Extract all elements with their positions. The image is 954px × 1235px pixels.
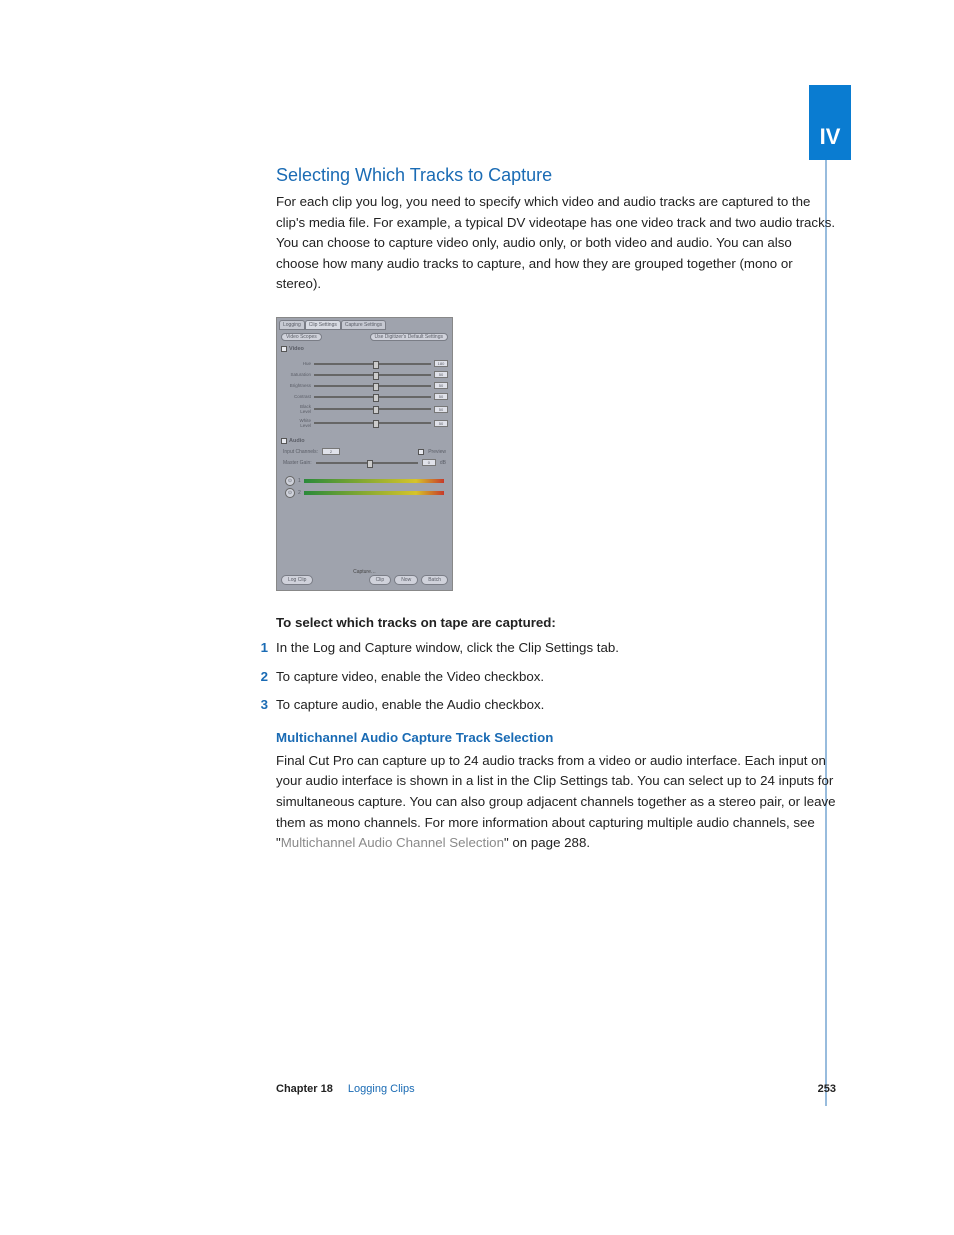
ss-slider-track — [314, 363, 431, 365]
page-footer: Chapter 18 Logging Clips 253 — [276, 1083, 836, 1095]
ss-meter-label: 2 — [298, 490, 301, 496]
ss-preview-checkbox — [418, 449, 424, 455]
ss-gain-label: Master Gain: — [283, 460, 312, 466]
ss-slider-track — [314, 408, 431, 410]
ss-video-scopes-button: Video Scopes — [281, 333, 322, 341]
ss-audio-label: Audio — [289, 438, 305, 444]
ss-slider-track — [314, 422, 431, 424]
ss-video-sliders: Hue 180 Saturation 50 Brightness 50 Contras… — [277, 354, 452, 436]
step-number: 1 — [256, 638, 276, 659]
section-heading: Selecting Which Tracks to Capture — [276, 165, 836, 186]
ss-meter-label: 1 — [298, 478, 301, 484]
ss-slider-label: White Level — [289, 418, 311, 428]
chapter-title: Logging Clips — [348, 1083, 415, 1095]
ss-slider-value: 50 — [434, 393, 448, 400]
ss-audio-checkbox — [281, 438, 287, 444]
ss-defaults-button: Use Digitizer's Default Settings — [370, 333, 448, 341]
ss-slider-value: 50 — [434, 371, 448, 378]
step-item: 1 In the Log and Capture window, click t… — [276, 638, 836, 659]
subsection-heading: Multichannel Audio Capture Track Selecti… — [276, 730, 836, 745]
ss-video-checkbox — [281, 346, 287, 352]
page-number: 253 — [818, 1083, 836, 1095]
ss-slider-track — [314, 385, 431, 387]
ss-slider-value: 50 — [434, 382, 448, 389]
step-text: In the Log and Capture window, click the… — [276, 638, 619, 659]
ss-batch-button: Batch — [421, 575, 448, 585]
intro-paragraph: For each clip you log, you need to speci… — [276, 192, 836, 295]
page-body: Selecting Which Tracks to Capture For ea… — [276, 165, 836, 854]
ss-slider-value: 50 — [434, 420, 448, 427]
ss-input-channels-label: Input Channels: — [283, 449, 318, 455]
ss-slider-label: Contrast — [289, 394, 311, 399]
multichannel-paragraph: Final Cut Pro can capture up to 24 audio… — [276, 751, 836, 854]
ss-tab-clip-settings: Clip Settings — [305, 320, 341, 330]
step-number: 2 — [256, 667, 276, 688]
speaker-icon: ⊙ — [285, 488, 295, 498]
ss-audio-meter — [304, 479, 444, 483]
ss-gain-value: 0 — [422, 459, 436, 466]
step-text: To capture audio, enable the Audio check… — [276, 695, 544, 716]
ss-now-button: Now — [394, 575, 418, 585]
ss-tab-logging: Logging — [279, 320, 305, 330]
clip-settings-screenshot: Logging Clip Settings Capture Settings V… — [276, 317, 453, 591]
text-span: " on page 288. — [504, 835, 590, 850]
ss-slider-label: Black Level — [289, 404, 311, 414]
ss-slider-label: Saturation — [289, 372, 311, 377]
ss-db-label: dB — [440, 460, 446, 466]
ss-log-clip-button: Log Clip — [281, 575, 313, 585]
ss-gain-slider — [316, 462, 418, 464]
speaker-icon: ⊙ — [285, 476, 295, 486]
ss-slider-value: 50 — [434, 406, 448, 413]
instructions-heading: To select which tracks on tape are captu… — [276, 615, 836, 630]
ss-video-label: Video — [289, 346, 304, 352]
ss-input-channels-value: 2 — [322, 448, 340, 455]
ss-tab-capture-settings: Capture Settings — [341, 320, 386, 330]
ss-slider-track — [314, 374, 431, 376]
ss-audio-meter — [304, 491, 444, 495]
ss-slider-track — [314, 396, 431, 398]
chapter-label: Chapter 18 — [276, 1083, 333, 1095]
ss-preview-label: Preview — [428, 449, 446, 455]
step-item: 2 To capture video, enable the Video che… — [276, 667, 836, 688]
ss-clip-button: Clip — [369, 575, 392, 585]
step-number: 3 — [256, 695, 276, 716]
part-tab: IV — [809, 85, 851, 160]
step-item: 3 To capture audio, enable the Audio che… — [276, 695, 836, 716]
step-text: To capture video, enable the Video check… — [276, 667, 544, 688]
cross-reference-link[interactable]: Multichannel Audio Channel Selection — [281, 835, 504, 850]
ss-slider-label: Hue — [289, 361, 311, 366]
ss-slider-label: Brightness — [289, 383, 311, 388]
ss-slider-value: 180 — [434, 360, 448, 367]
